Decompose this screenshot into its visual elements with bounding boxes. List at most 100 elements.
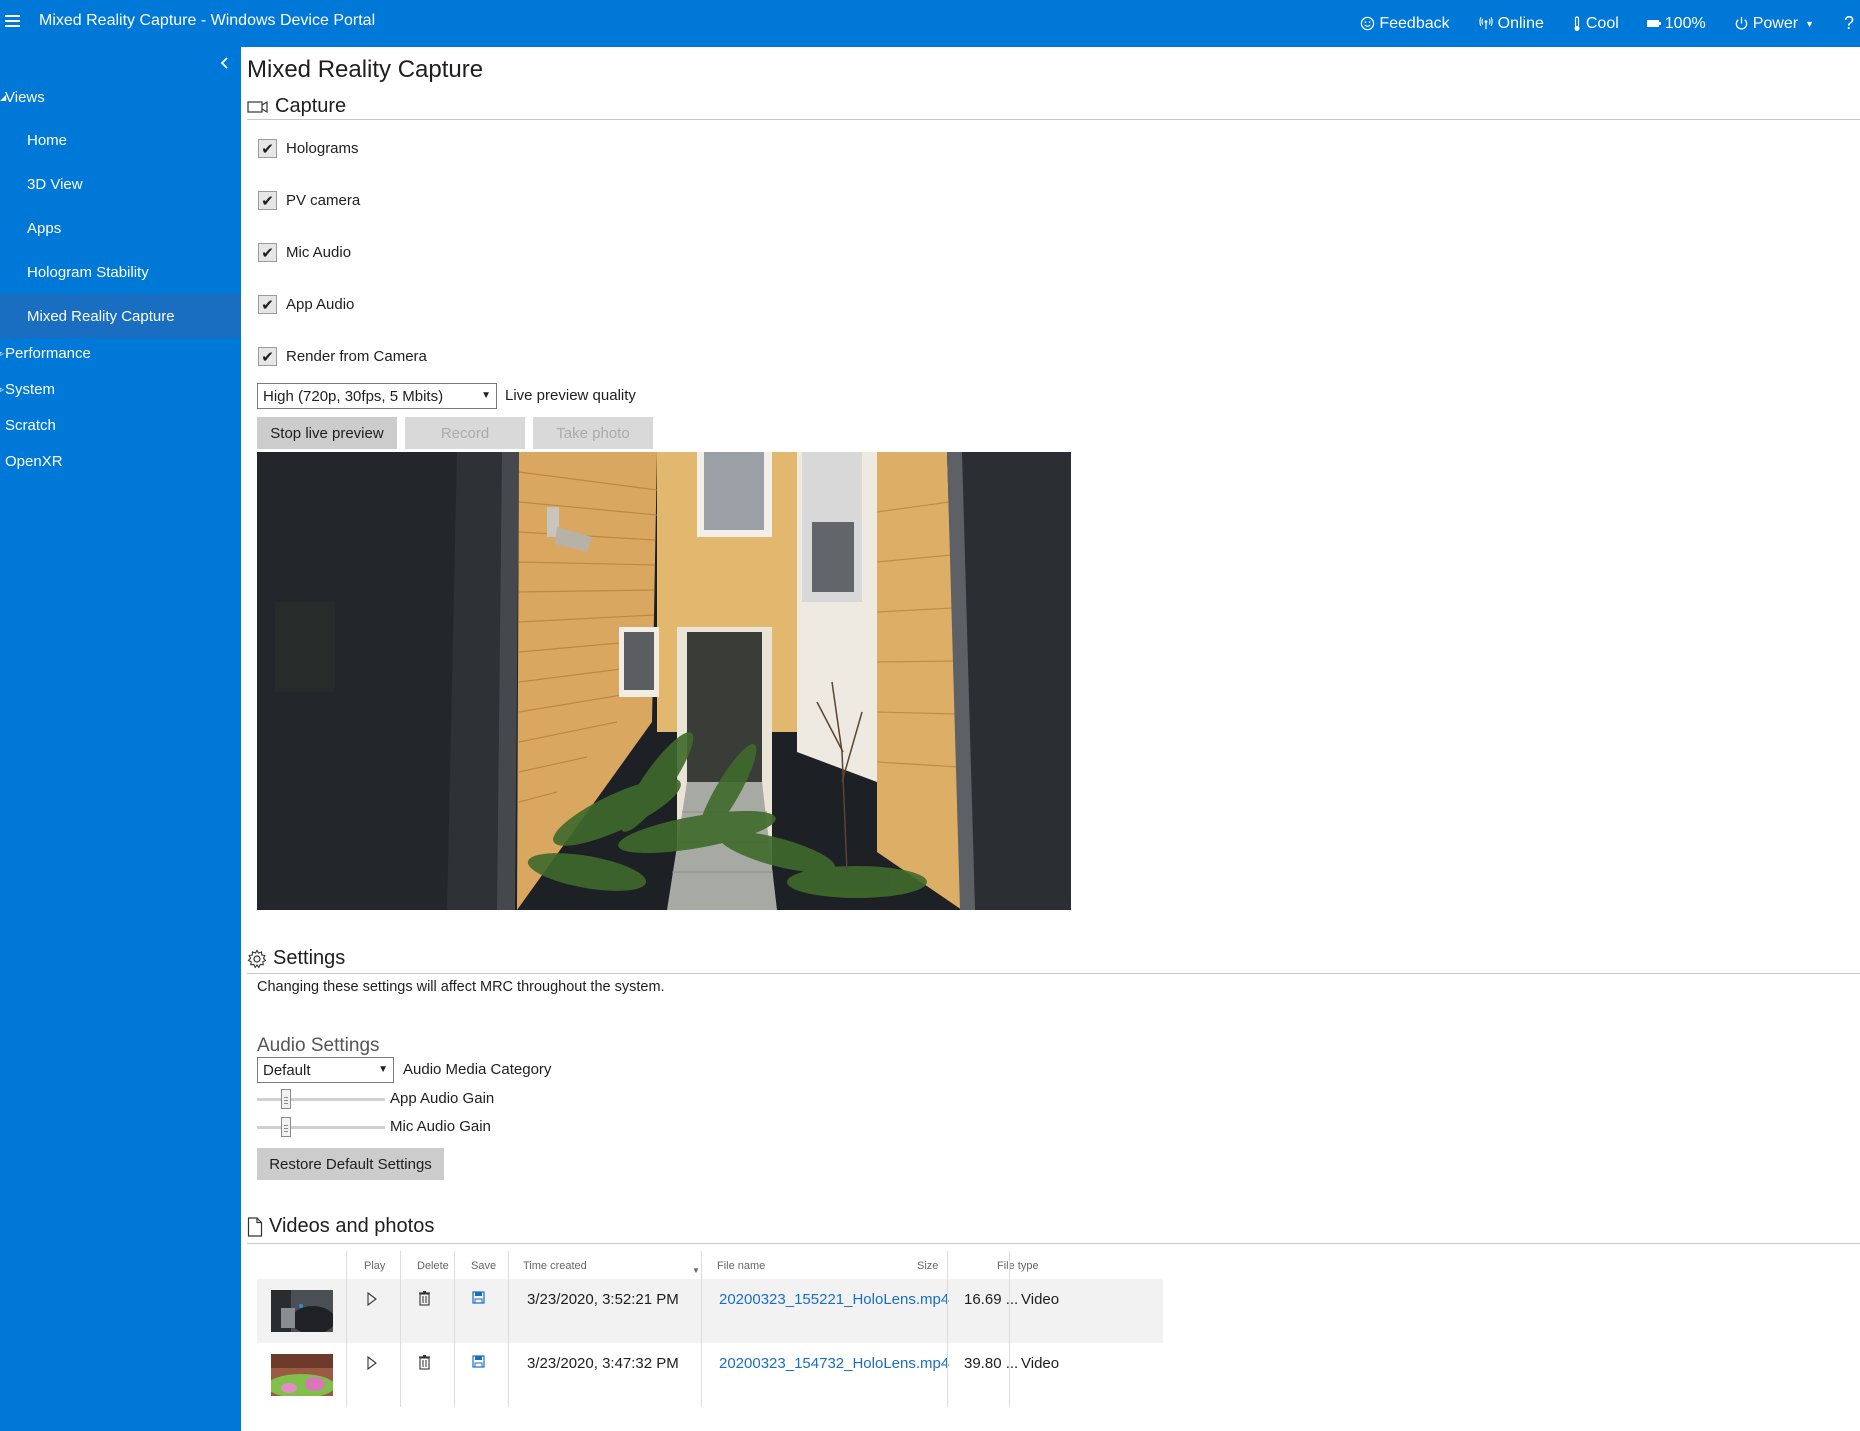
live-preview-video <box>257 452 1071 910</box>
app-title: Mixed Reality Capture - Windows Device P… <box>39 12 376 29</box>
play-icon[interactable] <box>366 1292 378 1306</box>
file-name-link[interactable]: 20200323_154732_HoloLens.mp4 <box>719 1355 949 1372</box>
online-status[interactable]: Online <box>1478 15 1544 33</box>
column-header-size[interactable]: Size <box>917 1260 938 1272</box>
settings-description: Changing these settings will affect MRC … <box>257 979 665 995</box>
sidebar-item-home[interactable]: Home <box>0 118 241 162</box>
column-separator <box>1009 1251 1010 1407</box>
holograms-checkbox[interactable]: ✔ <box>258 139 277 158</box>
stop-live-preview-button[interactable]: Stop live preview <box>257 417 397 449</box>
live-preview-quality-select[interactable]: High (720p, 30fps, 5 Mbits) ▼ <box>257 383 497 409</box>
battery-status[interactable]: 100% <box>1646 15 1706 33</box>
mic-audio-checkbox[interactable]: ✔ <box>258 243 277 262</box>
slider-track <box>257 1098 385 1101</box>
divider <box>247 973 1860 974</box>
mic-audio-gain-slider[interactable] <box>257 1117 385 1137</box>
table-row: 3/23/2020, 3:52:21 PM 20200323_155221_Ho… <box>257 1279 1163 1343</box>
sidebar-group-label: Performance <box>5 345 91 362</box>
column-separator <box>454 1251 455 1407</box>
hamburger-menu-icon[interactable] <box>5 15 20 29</box>
time-created-cell: 3/23/2020, 3:47:32 PM <box>527 1355 679 1372</box>
checkbox-label: Render from Camera <box>286 348 427 365</box>
sidebar-item-mixed-reality-capture[interactable]: Mixed Reality Capture <box>0 294 241 338</box>
sidebar-item-label: Hologram Stability <box>27 263 149 281</box>
app-audio-gain-label: App Audio Gain <box>390 1090 495 1107</box>
settings-section-header: Settings <box>247 947 345 970</box>
take-photo-button[interactable]: Take photo <box>533 417 653 449</box>
render-from-camera-option: ✔ Render from Camera <box>258 347 427 366</box>
sidebar-item-apps[interactable]: Apps <box>0 206 241 250</box>
top-nav: Feedback Online Cool 100% Power ▼ ? <box>1332 0 1860 47</box>
files-table: Play Delete Save Time created ▼ File nam… <box>257 1251 1163 1407</box>
audio-media-category-label: Audio Media Category <box>403 1061 552 1078</box>
table-header: Play Delete Save Time created ▼ File nam… <box>257 1251 1163 1279</box>
chevron-down-icon: ▼ <box>1805 18 1814 29</box>
thermometer-icon <box>1574 15 1580 31</box>
save-icon[interactable] <box>472 1355 485 1368</box>
sidebar-group-views[interactable]: ◢ Views <box>0 89 45 106</box>
sidebar-group-system[interactable]: ▹ System <box>0 381 55 398</box>
online-label: Online <box>1497 14 1544 32</box>
dropdown-caret-icon: ▼ <box>481 390 491 401</box>
sidebar-group-label: OpenXR <box>5 453 63 470</box>
sidebar-item-3d-view[interactable]: 3D View <box>0 162 241 206</box>
pv-camera-checkbox[interactable]: ✔ <box>258 191 277 210</box>
column-header-file-type[interactable]: File type <box>997 1260 1039 1272</box>
files-heading: Videos and photos <box>269 1215 435 1237</box>
sidebar-item-hologram-stability[interactable]: Hologram Stability <box>0 250 241 294</box>
time-created-cell: 3/23/2020, 3:52:21 PM <box>527 1291 679 1308</box>
column-header-play: Play <box>364 1260 386 1272</box>
power-label: Power <box>1752 14 1799 32</box>
checkbox-label: Mic Audio <box>286 244 352 261</box>
column-separator <box>947 1251 948 1407</box>
column-separator <box>508 1251 509 1407</box>
sort-descending-icon: ▼ <box>692 1266 700 1275</box>
smiley-icon <box>1361 16 1375 31</box>
size-cell: 16.69 ... <box>964 1291 1019 1308</box>
app-audio-gain-slider[interactable] <box>257 1089 385 1109</box>
app-audio-checkbox[interactable]: ✔ <box>258 295 277 314</box>
size-cell: 39.80 ... <box>964 1355 1019 1372</box>
sidebar-item-openxr[interactable]: OpenXR <box>5 453 63 470</box>
column-header-file-name[interactable]: File name <box>717 1260 765 1272</box>
column-separator <box>400 1251 401 1407</box>
video-thumbnail[interactable] <box>271 1290 333 1332</box>
gear-icon <box>247 948 267 968</box>
render-from-camera-checkbox[interactable]: ✔ <box>258 347 277 366</box>
sidebar-item-scratch[interactable]: Scratch <box>5 417 56 434</box>
trash-icon[interactable] <box>418 1290 431 1306</box>
page-title: Mixed Reality Capture <box>247 56 484 83</box>
trash-icon[interactable] <box>418 1354 431 1370</box>
column-separator <box>346 1251 347 1407</box>
video-thumbnail[interactable] <box>271 1354 333 1396</box>
sidebar-group-performance[interactable]: ▹ Performance <box>0 345 91 362</box>
feedback-button[interactable]: Feedback <box>1360 14 1450 33</box>
mic-audio-option: ✔ Mic Audio <box>258 243 351 262</box>
slider-thumb[interactable] <box>281 1089 291 1109</box>
play-icon[interactable] <box>366 1356 378 1370</box>
collapse-sidebar-icon[interactable] <box>219 55 231 71</box>
audio-media-category-select[interactable]: Default ▼ <box>257 1057 394 1083</box>
feedback-label: Feedback <box>1379 14 1450 32</box>
thermal-status[interactable]: Cool <box>1572 15 1619 33</box>
divider <box>247 119 1860 120</box>
select-value: Default <box>263 1061 311 1079</box>
sidebar-group-label: Scratch <box>5 417 56 434</box>
save-icon[interactable] <box>472 1291 485 1304</box>
record-button[interactable]: Record <box>405 417 525 449</box>
column-separator <box>701 1251 702 1407</box>
column-header-time-created[interactable]: Time created <box>523 1260 587 1272</box>
holograms-option: ✔ Holograms <box>258 139 359 158</box>
live-preview-frame <box>257 452 1071 910</box>
power-menu[interactable]: Power ▼ <box>1734 15 1814 33</box>
help-button[interactable]: ? <box>1844 13 1854 34</box>
files-section-header: Videos and photos <box>247 1215 434 1238</box>
restore-default-settings-button[interactable]: Restore Default Settings <box>257 1148 444 1180</box>
top-bar: Mixed Reality Capture - Windows Device P… <box>0 0 1860 47</box>
antenna-icon <box>1478 17 1493 30</box>
app-audio-option: ✔ App Audio <box>258 295 354 314</box>
file-name-link[interactable]: 20200323_155221_HoloLens.mp4 <box>719 1291 949 1308</box>
slider-thumb[interactable] <box>281 1117 291 1137</box>
column-header-save[interactable]: Save <box>471 1260 496 1272</box>
live-preview-quality-label: Live preview quality <box>505 387 636 404</box>
